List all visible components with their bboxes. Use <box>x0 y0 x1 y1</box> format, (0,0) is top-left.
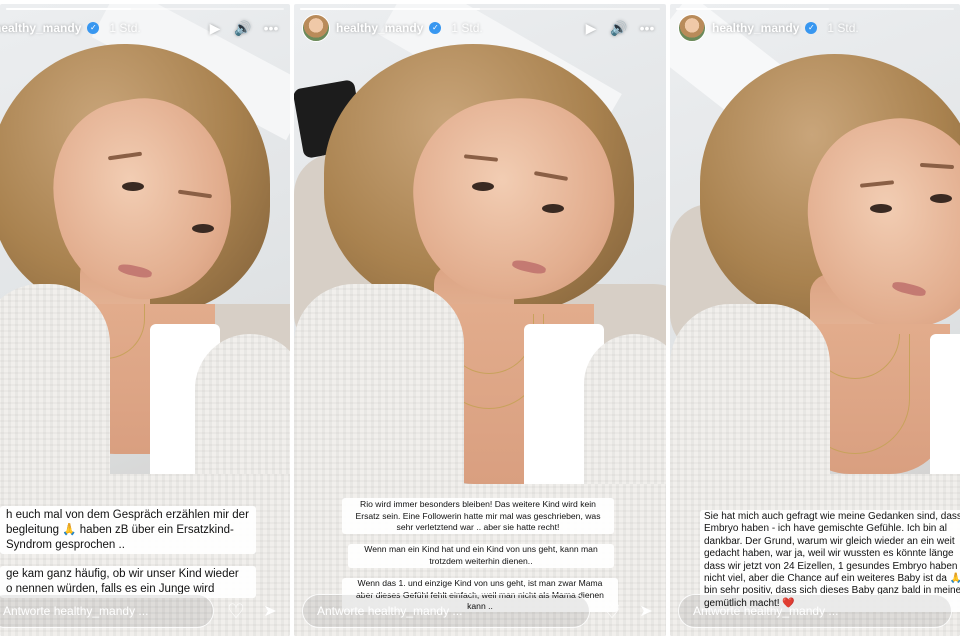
story-panel-1[interactable]: healthy_mandy ✓ 1 Std. ▶ 🔊 ••• h euch ma… <box>0 4 290 636</box>
story-progress-fill <box>6 8 132 10</box>
share-icon[interactable]: ➤ <box>634 601 658 621</box>
heart-icon[interactable]: ♡ <box>224 599 248 624</box>
post-time: 1 Std. <box>827 21 859 35</box>
reply-input[interactable]: Antworte healthy_mandy ... <box>0 594 214 628</box>
story-panel-2[interactable]: healthy_mandy ✓ 1 Std. ▶ 🔊 ••• Rio wird … <box>294 4 666 636</box>
post-time: 1 Std. <box>451 21 483 35</box>
story-progress-bar <box>6 8 284 10</box>
story-progress-fill <box>676 8 829 10</box>
story-header: healthy_mandy ✓ 1 Std. ▶ 🔊 ••• <box>0 14 282 42</box>
reply-input[interactable]: Antworte healthy_mandy ... <box>302 594 590 628</box>
username[interactable]: healthy_mandy <box>336 21 423 35</box>
verified-badge-icon: ✓ <box>429 22 442 34</box>
share-icon[interactable]: ➤ <box>258 601 282 621</box>
story-progress-fill <box>300 8 480 10</box>
play-icon[interactable]: ▶ <box>204 20 226 37</box>
post-time: 1 Std. <box>109 21 141 35</box>
story-caption: Wenn man ein Kind hat und ein Kind von u… <box>348 544 614 568</box>
reply-bar: Antworte healthy_mandy ... ♡ ➤ <box>302 594 658 628</box>
story-panel-3[interactable]: healthy_mandy ✓ 1 Std. Sie hat mich auch… <box>670 4 960 636</box>
verified-badge-icon: ✓ <box>805 22 818 34</box>
sound-icon[interactable]: 🔊 <box>232 20 254 37</box>
story-header: healthy_mandy ✓ 1 Std. <box>678 14 952 42</box>
story-caption: h euch mal von dem Gespräch erzählen mir… <box>0 506 256 554</box>
avatar[interactable] <box>678 14 706 42</box>
username[interactable]: healthy_mandy <box>712 21 799 35</box>
heart-icon[interactable]: ♡ <box>600 599 624 624</box>
more-options-icon[interactable]: ••• <box>260 20 282 36</box>
sound-icon[interactable]: 🔊 <box>608 20 630 37</box>
story-progress-bar <box>676 8 954 10</box>
verified-badge-icon: ✓ <box>87 22 100 34</box>
story-progress-bar <box>300 8 660 10</box>
play-icon[interactable]: ▶ <box>580 20 602 37</box>
story-caption: Rio wird immer besonders bleiben! Das we… <box>342 498 614 534</box>
username[interactable]: healthy_mandy <box>0 21 81 35</box>
reply-bar: Antworte healthy_mandy ... <box>678 594 952 628</box>
story-header: healthy_mandy ✓ 1 Std. ▶ 🔊 ••• <box>302 14 658 42</box>
story-image <box>294 4 666 636</box>
avatar[interactable] <box>302 14 330 42</box>
reply-bar: Antworte healthy_mandy ... ♡ ➤ <box>0 594 282 628</box>
more-options-icon[interactable]: ••• <box>636 20 658 36</box>
reply-input[interactable]: Antworte healthy_mandy ... <box>678 594 952 628</box>
